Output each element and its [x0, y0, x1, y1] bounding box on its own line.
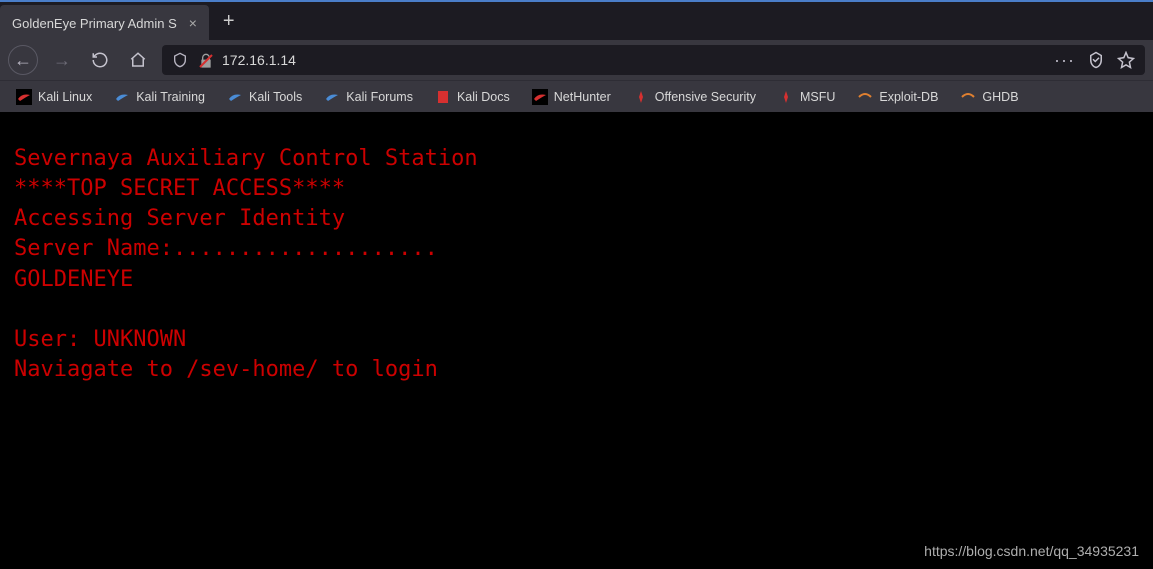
offsec-icon [633, 89, 649, 105]
bookmark-label: GHDB [982, 90, 1018, 104]
bookmark-kali-tools[interactable]: Kali Tools [219, 85, 310, 109]
terminal-line: Server Name:.................... [14, 236, 438, 261]
home-icon [129, 51, 147, 69]
bookmark-label: Kali Forums [346, 90, 413, 104]
back-button[interactable]: ← [8, 45, 38, 75]
bookmark-label: NetHunter [554, 90, 611, 104]
kali-dragon-icon [324, 89, 340, 105]
forward-icon: → [53, 50, 71, 71]
bookmark-label: Offensive Security [655, 90, 756, 104]
close-tab-icon[interactable]: × [185, 15, 201, 31]
bookmark-label: Exploit-DB [879, 90, 938, 104]
watermark: https://blog.csdn.net/qq_34935231 [924, 543, 1139, 559]
bookmark-offensive-security[interactable]: Offensive Security [625, 85, 764, 109]
offsec-icon [778, 89, 794, 105]
kali-dragon-icon [114, 89, 130, 105]
bookmark-label: Kali Training [136, 90, 205, 104]
bookmark-exploit-db[interactable]: Exploit-DB [849, 85, 946, 109]
bookmark-label: Kali Docs [457, 90, 510, 104]
reload-button[interactable] [86, 46, 114, 74]
bookmark-kali-forums[interactable]: Kali Forums [316, 85, 421, 109]
tab-title: GoldenEye Primary Admin S [12, 16, 177, 31]
kali-dragon-icon [227, 89, 243, 105]
terminal-line: GOLDENEYE [14, 267, 133, 292]
bookmark-nethunter[interactable]: NetHunter [524, 85, 619, 109]
bookmark-star-icon[interactable] [1117, 51, 1135, 69]
kali-dragon-icon [532, 89, 548, 105]
back-icon: ← [14, 50, 32, 71]
new-tab-button[interactable]: + [209, 10, 249, 33]
reader-view-icon[interactable] [1087, 51, 1105, 69]
bookmarks-bar: Kali Linux Kali Training Kali Tools Kali… [0, 80, 1153, 112]
url-text: 172.16.1.14 [222, 52, 1044, 68]
insecure-lock-icon[interactable] [198, 53, 212, 67]
bookmark-kali-linux[interactable]: Kali Linux [8, 85, 100, 109]
terminal-line: Naviagate to /sev-home/ to login [14, 357, 438, 382]
document-icon [435, 89, 451, 105]
bookmark-msfu[interactable]: MSFU [770, 85, 843, 109]
kali-dragon-icon [16, 89, 32, 105]
home-button[interactable] [124, 46, 152, 74]
page-actions-icon[interactable]: ··· [1054, 50, 1075, 71]
terminal-line: ****TOP SECRET ACCESS**** [14, 176, 345, 201]
bookmark-kali-docs[interactable]: Kali Docs [427, 85, 518, 109]
bookmark-ghdb[interactable]: GHDB [952, 85, 1026, 109]
nav-bar: ← → 172.16.1.14 ··· [0, 40, 1153, 80]
url-bar[interactable]: 172.16.1.14 ··· [162, 45, 1145, 75]
bookmark-label: Kali Linux [38, 90, 92, 104]
bookmark-label: Kali Tools [249, 90, 302, 104]
page-body: Severnaya Auxiliary Control Station ****… [0, 112, 1153, 399]
terminal-line: Accessing Server Identity [14, 206, 345, 231]
forward-button[interactable]: → [48, 46, 76, 74]
bookmark-kali-training[interactable]: Kali Training [106, 85, 213, 109]
browser-tab[interactable]: GoldenEye Primary Admin S × [0, 5, 209, 41]
reload-icon [91, 51, 109, 69]
terminal-line: User: UNKNOWN [14, 327, 186, 352]
tab-bar: GoldenEye Primary Admin S × + [0, 0, 1153, 40]
bookmark-label: MSFU [800, 90, 835, 104]
terminal-line: Severnaya Auxiliary Control Station [14, 146, 478, 171]
shield-icon[interactable] [172, 52, 188, 68]
exploit-db-icon [960, 89, 976, 105]
url-actions: ··· [1054, 50, 1135, 71]
exploit-db-icon [857, 89, 873, 105]
